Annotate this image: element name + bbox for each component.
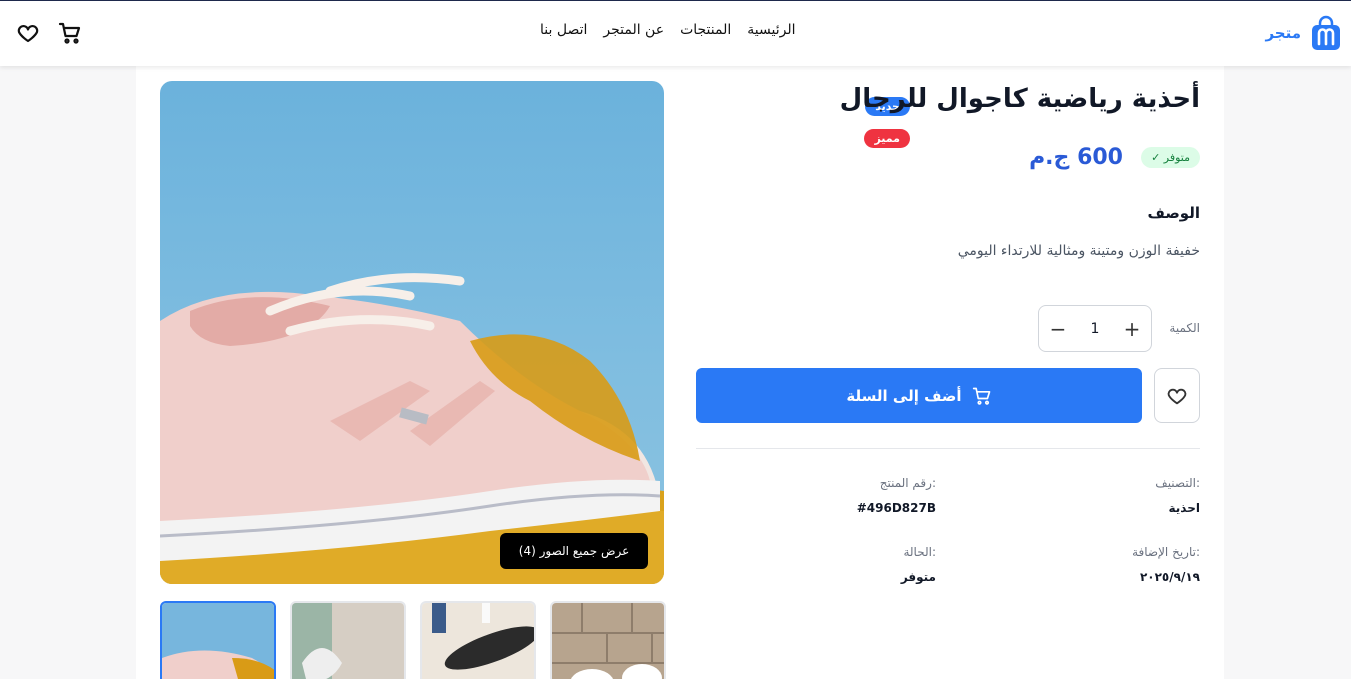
heart-icon[interactable] [16,21,40,45]
add-to-cart-button[interactable]: أضف إلى السلة [696,368,1142,423]
heart-icon [1167,388,1187,404]
thumbnail-strip [160,601,666,679]
product-title: أحذية رياضية كاجوال للرجال [839,84,1200,114]
date-label: :تاريخ الإضافة [1132,545,1200,559]
nav-products[interactable]: المنتجات [680,22,731,38]
cart-icon[interactable] [58,21,82,45]
shoe-illustration [160,273,664,584]
thumbnail-3[interactable] [420,601,536,679]
divider [696,448,1200,449]
date-value: ٢٠٢٥/٩/١٩ [1139,570,1200,584]
decrease-quantity-button[interactable]: − [1047,317,1069,341]
product-main-image[interactable] [160,81,664,584]
add-to-wishlist-button[interactable] [1154,368,1200,423]
thumbnail-2[interactable] [290,601,406,679]
header-actions [16,21,82,45]
add-to-cart-label: أضف إلى السلة [846,386,962,405]
shopping-bag-logo-icon [1312,15,1340,50]
status-label: :الحالة [903,545,936,559]
description-heading: الوصف [1147,204,1200,222]
nav-home[interactable]: الرئيسية [747,22,795,38]
thumbnail-1[interactable] [160,601,276,679]
thumbnail-4[interactable] [550,601,666,679]
nav-contact[interactable]: اتصل بنا [540,22,587,38]
brand[interactable]: متجر [1265,15,1341,51]
view-all-images-button[interactable]: عرض جميع الصور (4) [500,533,648,569]
sku-value: #496D827B [856,501,936,515]
product-price: 600 ج.م [1029,145,1123,170]
quantity-label: الكمية [1169,321,1200,335]
category-label: :التصنيف [1155,476,1200,490]
category-value: احذية [1168,501,1200,515]
increase-quantity-button[interactable]: + [1121,317,1143,341]
main-nav: الرئيسية المنتجات عن المتجر اتصل بنا [540,22,796,38]
stock-badge: متوفر ✓ [1141,147,1200,168]
quantity-stepper: − 1 + [1038,305,1152,352]
description-text: خفيفة الوزن ومتينة ومثالية للارتداء اليو… [957,243,1200,259]
badge-featured: مميز [864,129,910,148]
status-value: متوفر [900,570,936,584]
sku-label: :رقم المنتج [879,476,936,490]
brand-name: متجر [1265,24,1301,42]
cart-icon [972,387,990,405]
nav-about[interactable]: عن المتجر [603,22,664,38]
site-header: الرئيسية المنتجات عن المتجر اتصل بنا متج… [0,1,1351,66]
quantity-value[interactable]: 1 [1091,321,1100,337]
